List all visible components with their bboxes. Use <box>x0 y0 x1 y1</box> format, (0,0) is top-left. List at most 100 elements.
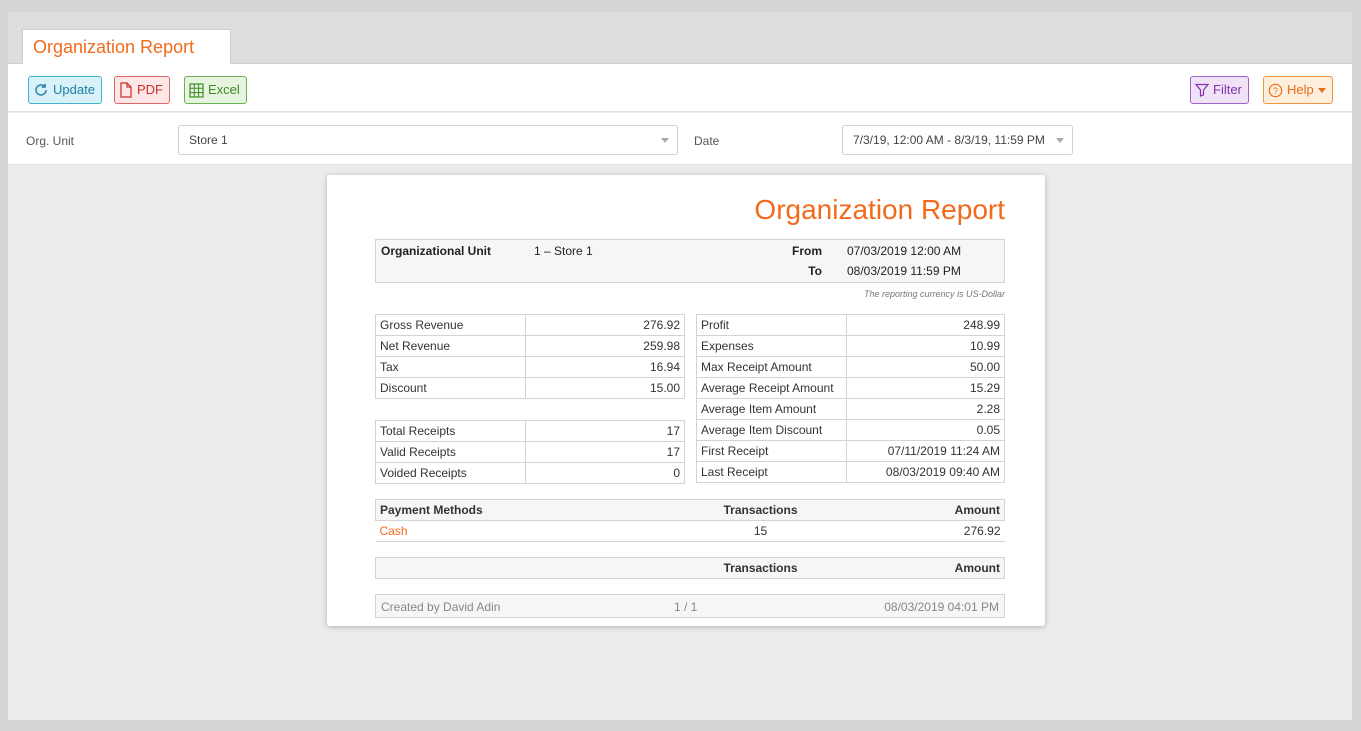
table-row: Total Receipts 17 <box>375 420 685 442</box>
parameter-bar: Org. Unit Store 1 Date 7/3/19, 12:00 AM … <box>8 113 1352 165</box>
org-unit-label: Org. Unit <box>26 134 75 148</box>
metric-value: 17 <box>525 420 685 442</box>
document-icon <box>120 82 132 98</box>
metric-label: Total Receipts <box>375 420 526 442</box>
update-label: Update <box>53 82 95 97</box>
metric-label: Voided Receipts <box>375 462 526 484</box>
payment-method-name: Cash <box>375 520 636 542</box>
table-row: Cash 15 276.92 <box>375 520 1005 542</box>
metric-label: Average Receipt Amount <box>696 377 847 399</box>
metric-value: 10.99 <box>846 335 1005 357</box>
table-row: Average Receipt Amount 15.29 <box>696 377 1005 399</box>
from-label: From <box>792 244 822 258</box>
help-label: Help <box>1287 82 1314 97</box>
metric-label: Max Receipt Amount <box>696 356 847 378</box>
metric-value: 08/03/2019 09:40 AM <box>846 461 1005 483</box>
table-header-row: Transactions Amount <box>375 557 1005 579</box>
table-row: Average Item Discount 0.05 <box>696 419 1005 441</box>
caret-down-icon <box>1317 88 1326 93</box>
from-value: 07/03/2019 12:00 AM <box>847 244 962 258</box>
secondary-name-header <box>375 557 636 579</box>
svg-text:?: ? <box>1273 86 1278 96</box>
org-unit-heading: Organizational Unit <box>381 244 492 258</box>
metric-value: 0.05 <box>846 419 1005 441</box>
table-row: Last Receipt 08/03/2019 09:40 AM <box>696 461 1005 483</box>
transactions-header: Transactions <box>635 557 886 579</box>
tab-organization-report[interactable]: Organization Report <box>22 29 231 65</box>
report-timestamp: 08/03/2019 04:01 PM <box>884 600 999 614</box>
help-icon: ? <box>1268 83 1283 97</box>
filter-label: Filter <box>1213 82 1242 97</box>
currency-note: The reporting currency is US-Dollar <box>863 289 1005 299</box>
metric-value: 17 <box>525 441 685 463</box>
table-row: Average Item Amount 2.28 <box>696 398 1005 420</box>
amount-header: Amount <box>885 499 1005 521</box>
metric-label: First Receipt <box>696 440 847 462</box>
filter-icon <box>1195 83 1209 97</box>
metric-label: Average Item Discount <box>696 419 847 441</box>
metric-label: Gross Revenue <box>375 314 526 336</box>
excel-label: Excel <box>208 82 240 97</box>
table-row: Expenses 10.99 <box>696 335 1005 357</box>
table-row: Net Revenue 259.98 <box>375 335 685 357</box>
metric-value: 15.00 <box>525 377 685 399</box>
date-label: Date <box>694 134 720 148</box>
spreadsheet-icon <box>189 82 204 98</box>
date-range-value: 7/3/19, 12:00 AM - 8/3/19, 11:59 PM <box>853 133 1045 147</box>
org-unit-text: 1 – Store 1 <box>534 244 593 258</box>
metric-value: 276.92 <box>525 314 685 336</box>
page-number: 1 / 1 <box>674 600 698 614</box>
receipts-table: Total Receipts 17 Valid Receipts 17 Voided R… <box>375 420 685 484</box>
created-by: Created by David Adin <box>381 600 501 614</box>
report-title: Organization Report <box>754 194 1005 225</box>
metric-label: Net Revenue <box>375 335 526 357</box>
metric-label: Last Receipt <box>696 461 847 483</box>
filter-button[interactable]: Filter <box>1190 76 1249 104</box>
table-row: Gross Revenue 276.92 <box>375 314 685 336</box>
excel-button[interactable]: Excel <box>184 76 247 104</box>
metric-value: 2.28 <box>846 398 1005 420</box>
payment-transactions: 15 <box>635 520 886 542</box>
table-header-row: Payment Methods Transactions Amount <box>375 499 1005 521</box>
transactions-header: Transactions <box>635 499 886 521</box>
to-value: 08/03/2019 11:59 PM <box>847 264 961 278</box>
metric-value: 248.99 <box>846 314 1005 336</box>
metric-value: 16.94 <box>525 356 685 378</box>
metric-value: 259.98 <box>525 335 685 357</box>
table-row: Profit 248.99 <box>696 314 1005 336</box>
update-button[interactable]: Update <box>28 76 102 104</box>
table-row: Max Receipt Amount 50.00 <box>696 356 1005 378</box>
org-unit-select[interactable]: Store 1 <box>178 125 678 155</box>
metric-label: Discount <box>375 377 526 399</box>
help-button[interactable]: ? Help <box>1263 76 1333 104</box>
kpi-table: Profit 248.99 Expenses 10.99 Max Receipt Amo… <box>696 314 1005 483</box>
table-row: First Receipt 07/11/2019 11:24 AM <box>696 440 1005 462</box>
app-window: Organization Report Update PDF Excel Fil… <box>8 12 1352 720</box>
amount-header: Amount <box>885 557 1005 579</box>
to-label: To <box>808 264 822 278</box>
refresh-icon <box>35 83 47 96</box>
metric-label: Tax <box>375 356 526 378</box>
secondary-summary-table: Transactions Amount <box>375 557 1005 579</box>
payment-amount: 276.92 <box>885 520 1005 542</box>
metric-label: Profit <box>696 314 847 336</box>
chevron-down-icon <box>661 138 669 143</box>
revenue-table: Gross Revenue 276.92 Net Revenue 259.98 Tax 1… <box>375 314 685 399</box>
toolbar: Update PDF Excel Filter ? Help <box>8 64 1352 112</box>
pdf-label: PDF <box>137 82 163 97</box>
date-range-select[interactable]: 7/3/19, 12:00 AM - 8/3/19, 11:59 PM <box>842 125 1073 155</box>
metric-value: 07/11/2019 11:24 AM <box>846 440 1005 462</box>
metric-label: Valid Receipts <box>375 441 526 463</box>
org-unit-value: Store 1 <box>189 133 228 147</box>
report-footer: Created by David Adin 1 / 1 08/03/2019 0… <box>375 594 1005 618</box>
metric-label: Expenses <box>696 335 847 357</box>
payment-methods-table: Payment Methods Transactions Amount Cash… <box>375 499 1005 542</box>
chevron-down-icon <box>1056 138 1064 143</box>
metric-value: 50.00 <box>846 356 1005 378</box>
table-row: Valid Receipts 17 <box>375 441 685 463</box>
tab-bar: Organization Report <box>8 12 1352 65</box>
pdf-button[interactable]: PDF <box>114 76 170 104</box>
metric-label: Average Item Amount <box>696 398 847 420</box>
metric-value: 15.29 <box>846 377 1005 399</box>
table-row: Tax 16.94 <box>375 356 685 378</box>
